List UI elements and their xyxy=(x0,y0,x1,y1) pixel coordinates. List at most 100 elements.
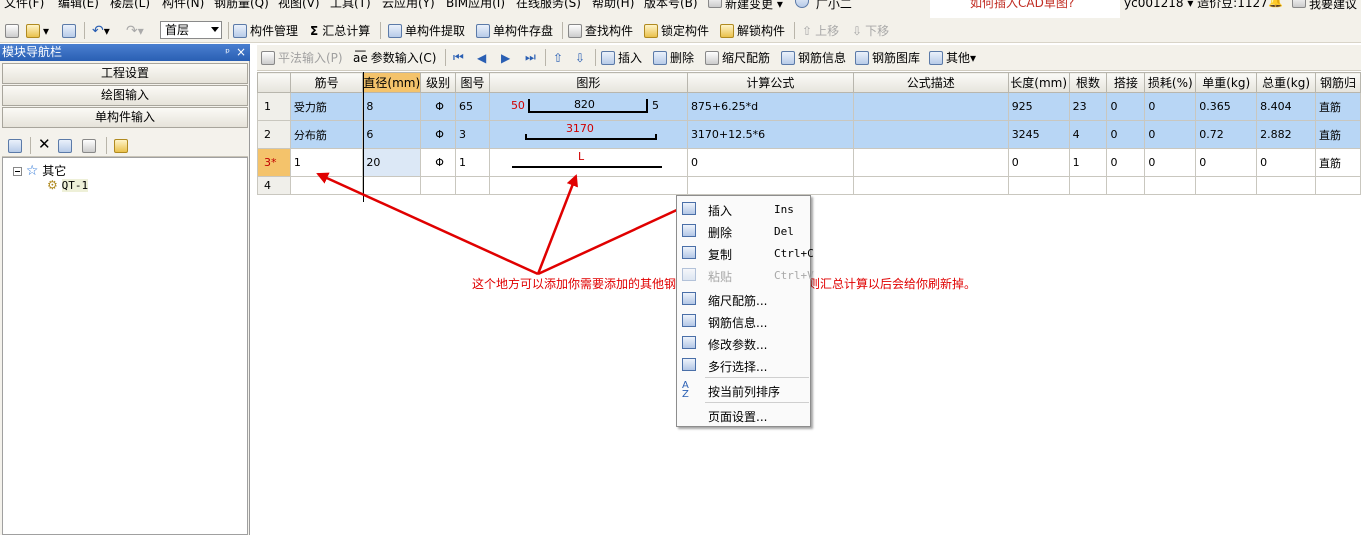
menu-rebar-qty[interactable]: 钢筋量(Q) xyxy=(214,0,269,11)
properties-icon[interactable] xyxy=(8,137,25,154)
question-link[interactable]: 如何插入CAD草图? xyxy=(970,0,1074,11)
cell-total-weight[interactable] xyxy=(1256,176,1316,195)
cell-fig-no[interactable]: 1 xyxy=(455,148,490,177)
cell-unit-weight[interactable]: 0.72 xyxy=(1195,120,1258,149)
table-row[interactable]: 3* 1 20 Φ 1 L 0 0 1 0 0 0 0 直筋 xyxy=(257,148,1361,177)
cell-formula[interactable]: 3170+12.5*6 xyxy=(686,120,854,149)
col-header-shape[interactable]: 图形 xyxy=(488,72,688,93)
ctx-multi-select[interactable]: 多行选择... xyxy=(677,354,810,376)
cell-loss[interactable]: 0 xyxy=(1144,92,1197,121)
find-component-button[interactable]: 查找构件 xyxy=(568,22,633,39)
menu-floor[interactable]: 楼层(L) xyxy=(110,0,150,11)
cell-lap[interactable]: 0 xyxy=(1106,92,1146,121)
row-number[interactable]: 4 xyxy=(257,176,291,195)
menu-version[interactable]: 版本号(B) xyxy=(644,0,698,11)
cell-length[interactable]: 0 xyxy=(1007,148,1070,177)
cell-rebar-type[interactable] xyxy=(1315,176,1361,195)
bell-icon[interactable]: 🔔 xyxy=(1268,0,1283,8)
pin-icon[interactable]: ᵖ xyxy=(225,44,230,61)
cell-lap[interactable] xyxy=(1106,176,1146,195)
cell-unit-weight[interactable]: 0.365 xyxy=(1195,92,1258,121)
col-header-bar-no[interactable]: 筋号 xyxy=(289,72,364,93)
undo-icon[interactable]: ↶ ▾ xyxy=(92,22,110,39)
cell-grade[interactable]: Φ xyxy=(420,120,457,149)
menu-cloud[interactable]: 云应用(Y) xyxy=(382,0,435,11)
cell-count[interactable]: 4 xyxy=(1068,120,1108,149)
ctx-sort-column[interactable]: AZ 按当前列排序 xyxy=(677,379,810,401)
col-header-fig-no[interactable]: 图号 xyxy=(455,72,490,93)
cell-bar-no[interactable]: 受力筋 xyxy=(289,92,364,121)
delete-icon[interactable]: ✕ xyxy=(38,135,51,153)
cell-length[interactable]: 3245 xyxy=(1007,120,1070,149)
component-mgmt-button[interactable]: 构件管理 xyxy=(233,22,298,39)
new-file-icon[interactable] xyxy=(5,22,22,39)
col-header-grade[interactable]: 级别 xyxy=(420,72,457,93)
table-row[interactable]: 1 受力筋 8 Φ 65 50 820 5 875+6.25*d 925 23 xyxy=(257,92,1361,121)
cell-formula-desc[interactable] xyxy=(852,120,1009,149)
cell-unit-weight[interactable]: 0 xyxy=(1195,148,1258,177)
ctx-scale-rebar[interactable]: 缩尺配筋... xyxy=(677,288,810,310)
paste-icon[interactable] xyxy=(82,137,99,154)
unlock-component-button[interactable]: 解锁构件 xyxy=(720,22,785,39)
cell-shape[interactable] xyxy=(488,176,688,195)
cell-shape[interactable]: 50 820 5 xyxy=(488,92,688,121)
question-box[interactable]: 如何插入CAD草图? xyxy=(930,0,1120,18)
cell-diameter[interactable]: 20 xyxy=(362,148,422,177)
single-save-button[interactable]: 单构件存盘 xyxy=(476,22,553,39)
cell-count[interactable] xyxy=(1068,176,1108,195)
cell-formula[interactable]: 875+6.25*d xyxy=(686,92,854,121)
cell-total-weight[interactable]: 2.882 xyxy=(1256,120,1316,149)
cell-shape[interactable]: L xyxy=(488,148,688,177)
col-header-rebar-type[interactable]: 钢筋归 xyxy=(1315,72,1361,93)
collapse-icon[interactable] xyxy=(13,167,22,176)
col-header-formula[interactable]: 计算公式 xyxy=(686,72,854,93)
lock-component-button[interactable]: 锁定构件 xyxy=(644,22,709,39)
flat-input-button[interactable]: 平法输入(P) xyxy=(261,49,343,66)
col-header-loss[interactable]: 损耗(%) xyxy=(1144,72,1197,93)
row-up-icon[interactable]: ⇧ xyxy=(553,49,563,66)
suggest-button[interactable]: 我要建议 xyxy=(1292,0,1357,12)
ctx-rebar-info[interactable]: 钢筋信息... xyxy=(677,310,810,332)
ctx-paste[interactable]: 粘贴 Ctrl+V xyxy=(677,264,814,286)
cell-bar-no[interactable] xyxy=(289,176,364,195)
row-number[interactable]: 2 xyxy=(257,120,291,149)
cell-lap[interactable]: 0 xyxy=(1106,148,1146,177)
cell-formula-desc[interactable] xyxy=(852,148,1009,177)
cell-unit-weight[interactable] xyxy=(1195,176,1258,195)
cell-fig-no[interactable] xyxy=(455,176,490,195)
cell-total-weight[interactable]: 0 xyxy=(1256,148,1316,177)
redo-icon[interactable]: ↷ ▾ xyxy=(126,22,144,39)
ctx-delete[interactable]: 删除 Del xyxy=(677,220,810,242)
row-number[interactable]: 1 xyxy=(257,92,291,121)
cell-count[interactable]: 1 xyxy=(1068,148,1108,177)
nav-project-settings[interactable]: 工程设置 xyxy=(2,63,248,84)
table-row[interactable]: 2 分布筋 6 Φ 3 3170 3170+12.5*6 3245 4 0 0 … xyxy=(257,120,1361,149)
col-header-formula-desc[interactable]: 公式描述 xyxy=(852,72,1009,93)
tree-node-other[interactable]: ☆ 其它 xyxy=(13,162,66,179)
menu-bim[interactable]: BIM应用(I) xyxy=(446,0,505,11)
cell-loss[interactable]: 0 xyxy=(1144,120,1197,149)
last-record-icon[interactable]: ⏭ xyxy=(525,49,536,66)
cell-lap[interactable]: 0 xyxy=(1106,120,1146,149)
menu-tools[interactable]: 工具(T) xyxy=(330,0,371,11)
floor-select[interactable]: 首层 xyxy=(160,21,222,39)
cell-length[interactable]: 925 xyxy=(1007,92,1070,121)
move-down-button[interactable]: ⇩ 下移 xyxy=(852,22,889,39)
row-down-icon[interactable]: ⇩ xyxy=(575,49,585,66)
cell-length[interactable] xyxy=(1007,176,1070,195)
cell-rebar-type[interactable]: 直筋 xyxy=(1315,120,1361,149)
insert-button[interactable]: 插入 xyxy=(601,49,642,66)
user-extra-button[interactable]: 广小二 xyxy=(795,0,852,12)
scale-rebar-button[interactable]: 缩尺配筋 xyxy=(705,49,770,66)
cell-formula-desc[interactable] xyxy=(852,92,1009,121)
close-icon[interactable]: × xyxy=(236,44,246,61)
move-up-button[interactable]: ⇧ 上移 xyxy=(802,22,839,39)
rebar-info-button[interactable]: 钢筋信息 xyxy=(781,49,846,66)
cell-fig-no[interactable]: 3 xyxy=(455,120,490,149)
copy-icon[interactable] xyxy=(58,137,75,154)
menu-help[interactable]: 帮助(H) xyxy=(592,0,634,11)
clipboard-icon[interactable] xyxy=(114,137,131,154)
cell-fig-no[interactable]: 65 xyxy=(455,92,490,121)
col-header-length[interactable]: 长度(mm) xyxy=(1007,72,1070,93)
cell-count[interactable]: 23 xyxy=(1068,92,1108,121)
